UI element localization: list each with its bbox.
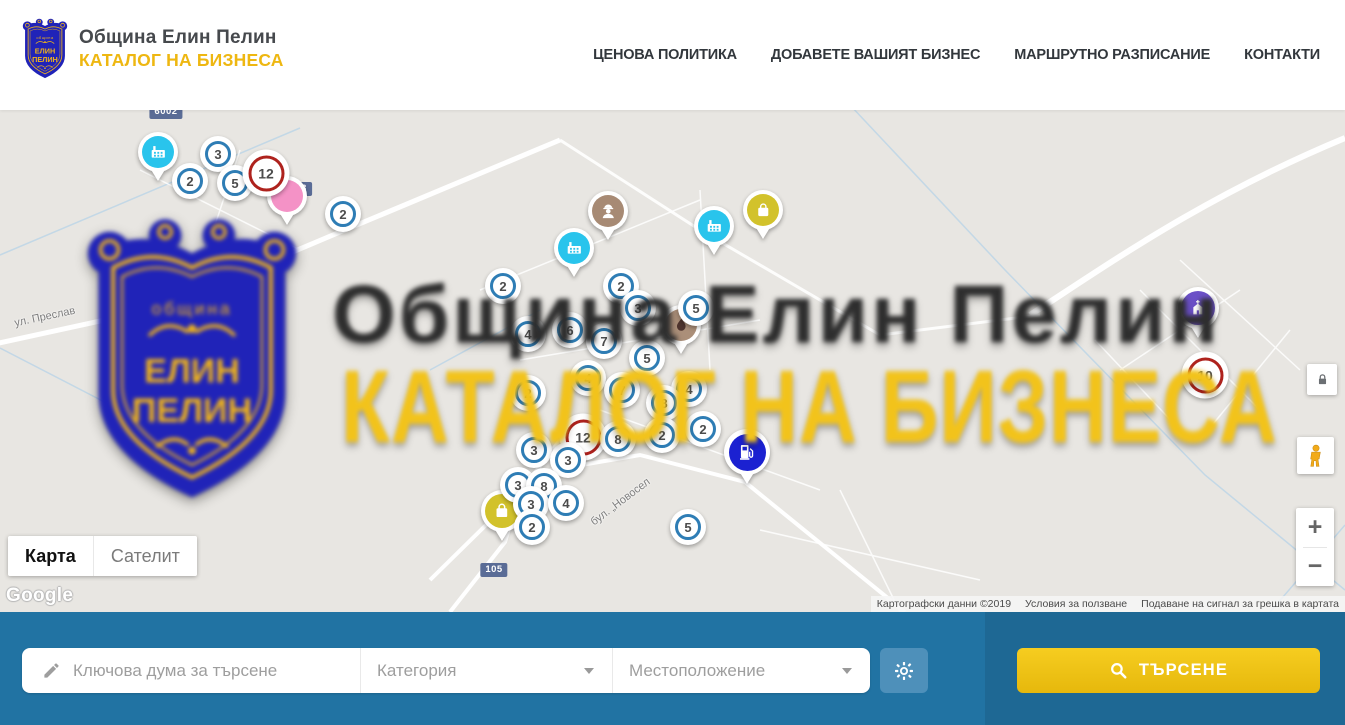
brand-title: Община Елин Пелин <box>79 27 284 49</box>
pin-tail <box>739 471 755 484</box>
cluster-count: 2 <box>330 201 356 227</box>
svg-text:ПЕЛИН: ПЕЛИН <box>32 55 58 64</box>
map-pin-factory[interactable] <box>694 206 734 246</box>
main-nav: ЦЕНОВА ПОЛИТИКА ДОБАВЕТЕ ВАШИЯТ БИЗНЕС МАР… <box>593 0 1320 110</box>
zoom-out-button[interactable]: − <box>1296 547 1334 586</box>
pin-tail <box>755 226 771 239</box>
map-pin-shopping-bag[interactable] <box>743 190 783 230</box>
map-pin-worker[interactable] <box>588 191 628 231</box>
search-button-label: ТЪРСЕНЕ <box>1139 661 1228 680</box>
road-badge: 6002 <box>149 110 182 119</box>
header: община ЕЛИН ПЕЛИН Община Елин Пелин КАТА… <box>0 0 1345 110</box>
factory-icon <box>149 143 168 162</box>
advanced-options-button[interactable] <box>880 648 928 693</box>
cluster-count: 5 <box>675 514 701 540</box>
map-cluster[interactable]: 2 <box>325 196 361 232</box>
map-pin-factory[interactable] <box>554 228 594 268</box>
search-group: Категория Местоположение <box>22 648 870 693</box>
factory-icon <box>565 239 584 258</box>
map-type-control: Карта Сателит <box>8 536 197 576</box>
keyword-search-input[interactable] <box>73 648 360 693</box>
category-dropdown[interactable]: Категория <box>361 648 612 693</box>
cluster-count: 2 <box>177 168 203 194</box>
map-cluster[interactable]: 2 <box>514 509 550 545</box>
zoom-in-button[interactable]: + <box>1296 508 1334 547</box>
watermark-emblem: община ЕЛИН ПЕЛИН <box>84 214 300 508</box>
category-dropdown-label: Категория <box>377 661 456 681</box>
keyword-section <box>22 648 360 693</box>
pin-tail <box>150 168 166 181</box>
google-logo[interactable]: Google <box>6 585 73 607</box>
location-dropdown[interactable]: Местоположение <box>613 648 870 693</box>
svg-text:община: община <box>152 298 233 318</box>
worker-icon <box>599 202 618 221</box>
report-error-link[interactable]: Подаване на сигнал за грешка в картата <box>1141 598 1339 610</box>
map-type-map-button[interactable]: Карта <box>8 536 93 576</box>
chevron-down-icon <box>584 668 594 674</box>
map-cluster[interactable]: 2 <box>172 163 208 199</box>
page: община ЕЛИН ПЕЛИН Община Елин Пелин КАТА… <box>0 0 1345 725</box>
brand[interactable]: община ЕЛИН ПЕЛИН Община Елин Пелин КАТА… <box>22 17 284 81</box>
cluster-count: 2 <box>519 514 545 540</box>
factory-icon <box>705 217 724 236</box>
municipality-logo: община ЕЛИН ПЕЛИН <box>22 17 68 81</box>
search-button[interactable]: ТЪРСЕНЕ <box>1017 648 1320 693</box>
lock-icon <box>1314 371 1331 388</box>
location-dropdown-label: Местоположение <box>629 661 765 681</box>
pin-tail <box>600 227 616 240</box>
map-cluster[interactable]: 4 <box>548 485 584 521</box>
pegman-control[interactable] <box>1297 437 1334 474</box>
nav-item-1[interactable]: ЦЕНОВА ПОЛИТИКА <box>593 47 737 63</box>
gear-icon <box>893 660 915 682</box>
pin-tail <box>706 242 722 255</box>
cluster-count: 3 <box>205 141 231 167</box>
map-attribution: Картографски данни ©2019 Условия за ползв… <box>871 596 1345 612</box>
svg-text:ЕЛИН: ЕЛИН <box>144 353 240 391</box>
map-cluster[interactable]: 5 <box>670 509 706 545</box>
shopping-bag-icon <box>492 501 512 521</box>
svg-text:ПЕЛИН: ПЕЛИН <box>132 392 252 430</box>
svg-text:община: община <box>36 36 54 40</box>
nav-item-2[interactable]: ДОБАВЕТЕ ВАШИЯТ БИЗНЕС <box>771 47 980 63</box>
cluster-count: 12 <box>248 155 284 191</box>
watermark-subtitle: КАТАЛОГ НА БИЗНЕСА <box>341 348 1278 466</box>
svg-text:ЕЛИН: ЕЛИН <box>35 47 55 56</box>
pegman-icon <box>1303 443 1329 469</box>
cluster-count: 4 <box>553 490 579 516</box>
pin-tail <box>494 528 510 541</box>
map-pin-factory[interactable] <box>138 132 178 172</box>
pencil-icon <box>42 661 61 680</box>
shopping-bag-icon <box>754 201 773 220</box>
map-cluster[interactable]: 12 <box>243 150 290 197</box>
magnifier-icon <box>1109 661 1128 680</box>
chevron-down-icon <box>842 668 852 674</box>
map-canvas[interactable]: ул. Преславбул. „Новосел 60023105 <box>0 110 1345 612</box>
nav-item-3[interactable]: МАРШРУТНО РАЗПИСАНИЕ <box>1014 47 1210 63</box>
lock-button[interactable] <box>1307 364 1337 395</box>
nav-item-4[interactable]: КОНТАКТИ <box>1244 47 1320 63</box>
search-bar: Категория Местоположение <box>0 612 1345 725</box>
road-badge: 105 <box>480 563 507 577</box>
brand-subtitle: КАТАЛОГ НА БИЗНЕСА <box>79 50 284 71</box>
map-type-satellite-button[interactable]: Сателит <box>93 536 197 576</box>
terms-link[interactable]: Условия за ползване <box>1025 598 1127 610</box>
map-data-copyright: Картографски данни ©2019 <box>877 598 1011 610</box>
zoom-control: + − <box>1296 508 1334 586</box>
